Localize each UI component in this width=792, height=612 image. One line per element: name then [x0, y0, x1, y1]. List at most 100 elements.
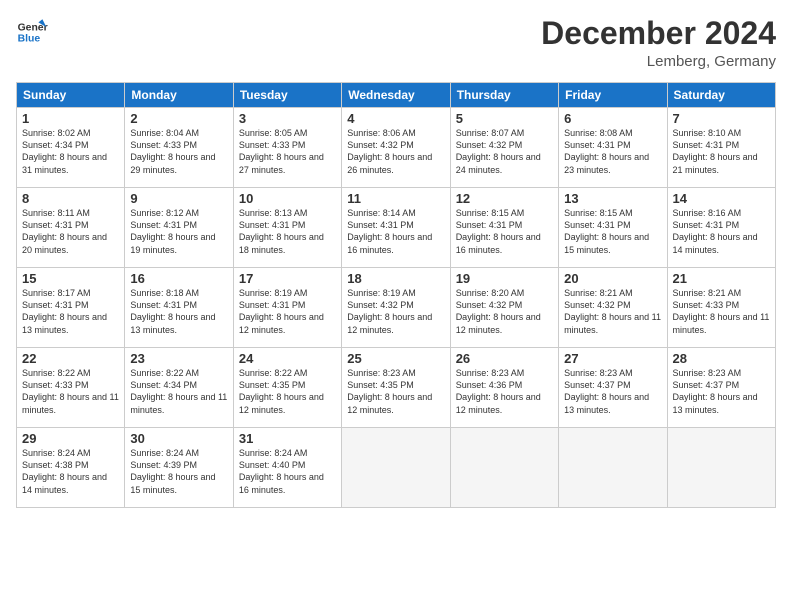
cell-info: Sunrise: 8:13 AMSunset: 4:31 PMDaylight:… — [239, 208, 324, 254]
day-number: 6 — [564, 111, 661, 126]
svg-text:Blue: Blue — [18, 34, 41, 45]
cell-week3-day3: 17 Sunrise: 8:19 AMSunset: 4:31 PMDayligh… — [233, 268, 341, 348]
cell-info: Sunrise: 8:24 AMSunset: 4:38 PMDaylight:… — [22, 448, 107, 494]
cell-info: Sunrise: 8:06 AMSunset: 4:32 PMDaylight:… — [347, 128, 432, 174]
cell-week5-day2: 30 Sunrise: 8:24 AMSunset: 4:39 PMDayligh… — [125, 428, 233, 508]
cell-info: Sunrise: 8:12 AMSunset: 4:31 PMDaylight:… — [130, 208, 215, 254]
day-number: 30 — [130, 431, 227, 446]
day-number: 7 — [673, 111, 770, 126]
cell-week5-day5 — [450, 428, 558, 508]
cell-week4-day6: 27Sunrise: 8:23 AMSunset: 4:37 PMDayligh… — [559, 348, 667, 428]
cell-info: Sunrise: 8:20 AMSunset: 4:32 PMDaylight:… — [456, 288, 541, 334]
cell-info: Sunrise: 8:18 AMSunset: 4:31 PMDaylight:… — [130, 288, 215, 334]
cell-info: Sunrise: 8:05 AMSunset: 4:33 PMDaylight:… — [239, 128, 324, 174]
day-number: 2 — [130, 111, 227, 126]
day-number: 16 — [130, 271, 227, 286]
day-number: 13 — [564, 191, 661, 206]
page-container: General Blue December 2024 Lemberg, Germ… — [0, 0, 792, 516]
cell-info: Sunrise: 8:14 AMSunset: 4:31 PMDaylight:… — [347, 208, 432, 254]
cell-week2-day4: 11 Sunrise: 8:14 AMSunset: 4:31 PMDayligh… — [342, 188, 450, 268]
title-block: December 2024 Lemberg, Germany — [541, 16, 776, 70]
cell-info: Sunrise: 8:15 AMSunset: 4:31 PMDaylight:… — [456, 208, 541, 254]
cell-info: Sunrise: 8:23 AMSunset: 4:36 PMDaylight:… — [456, 368, 541, 414]
day-number: 20 — [564, 271, 661, 286]
cell-week3-day2: 16 Sunrise: 8:18 AMSunset: 4:31 PMDayligh… — [125, 268, 233, 348]
cell-week2-day2: 9 Sunrise: 8:12 AMSunset: 4:31 PMDaylight… — [125, 188, 233, 268]
cell-week4-day5: 26Sunrise: 8:23 AMSunset: 4:36 PMDayligh… — [450, 348, 558, 428]
th-friday: Friday — [559, 83, 667, 108]
day-number: 4 — [347, 111, 444, 126]
day-number: 25 — [347, 351, 444, 366]
week-row-3: 15 Sunrise: 8:17 AMSunset: 4:31 PMDayligh… — [17, 268, 776, 348]
week-row-1: 1Sunrise: 8:02 AMSunset: 4:34 PMDaylight… — [17, 108, 776, 188]
cell-info: Sunrise: 8:22 AMSunset: 4:33 PMDaylight:… — [22, 368, 119, 414]
cell-week3-day5: 19 Sunrise: 8:20 AMSunset: 4:32 PMDayligh… — [450, 268, 558, 348]
cell-week5-day7 — [667, 428, 775, 508]
cell-week3-day6: 20 Sunrise: 8:21 AMSunset: 4:32 PMDayligh… — [559, 268, 667, 348]
day-number: 3 — [239, 111, 336, 126]
cell-info: Sunrise: 8:24 AMSunset: 4:39 PMDaylight:… — [130, 448, 215, 494]
day-number: 10 — [239, 191, 336, 206]
cell-info: Sunrise: 8:02 AMSunset: 4:34 PMDaylight:… — [22, 128, 107, 174]
cell-info: Sunrise: 8:23 AMSunset: 4:35 PMDaylight:… — [347, 368, 432, 414]
cell-week1-day5: 5Sunrise: 8:07 AMSunset: 4:32 PMDaylight… — [450, 108, 558, 188]
day-number: 18 — [347, 271, 444, 286]
cell-week5-day4 — [342, 428, 450, 508]
header-row: Sunday Monday Tuesday Wednesday Thursday… — [17, 83, 776, 108]
cell-info: Sunrise: 8:19 AMSunset: 4:32 PMDaylight:… — [347, 288, 432, 334]
cell-info: Sunrise: 8:21 AMSunset: 4:32 PMDaylight:… — [564, 288, 661, 334]
cell-week1-day2: 2 Sunrise: 8:04 AMSunset: 4:33 PMDaylight… — [125, 108, 233, 188]
day-number: 19 — [456, 271, 553, 286]
calendar-table: Sunday Monday Tuesday Wednesday Thursday… — [16, 82, 776, 508]
cell-info: Sunrise: 8:23 AMSunset: 4:37 PMDaylight:… — [673, 368, 758, 414]
cell-week1-day6: 6 Sunrise: 8:08 AMSunset: 4:31 PMDaylight… — [559, 108, 667, 188]
day-number: 21 — [673, 271, 770, 286]
day-number: 22 — [22, 351, 119, 366]
day-number: 17 — [239, 271, 336, 286]
cell-week2-day6: 13 Sunrise: 8:15 AMSunset: 4:31 PMDayligh… — [559, 188, 667, 268]
day-number: 9 — [130, 191, 227, 206]
day-number: 23 — [130, 351, 227, 366]
cell-week5-day3: 31 Sunrise: 8:24 AMSunset: 4:40 PMDayligh… — [233, 428, 341, 508]
day-number: 28 — [673, 351, 770, 366]
cell-week5-day6 — [559, 428, 667, 508]
location: Lemberg, Germany — [541, 53, 776, 70]
th-saturday: Saturday — [667, 83, 775, 108]
cell-week4-day3: 24Sunrise: 8:22 AMSunset: 4:35 PMDayligh… — [233, 348, 341, 428]
cell-week3-day4: 18 Sunrise: 8:19 AMSunset: 4:32 PMDayligh… — [342, 268, 450, 348]
cell-info: Sunrise: 8:16 AMSunset: 4:31 PMDaylight:… — [673, 208, 758, 254]
cell-week1-day3: 3 Sunrise: 8:05 AMSunset: 4:33 PMDaylight… — [233, 108, 341, 188]
day-number: 11 — [347, 191, 444, 206]
day-number: 5 — [456, 111, 553, 126]
cell-info: Sunrise: 8:17 AMSunset: 4:31 PMDaylight:… — [22, 288, 107, 334]
cell-week1-day1: 1Sunrise: 8:02 AMSunset: 4:34 PMDaylight… — [17, 108, 125, 188]
day-number: 8 — [22, 191, 119, 206]
th-sunday: Sunday — [17, 83, 125, 108]
cell-week3-day7: 21 Sunrise: 8:21 AMSunset: 4:33 PMDayligh… — [667, 268, 775, 348]
day-number: 15 — [22, 271, 119, 286]
cell-info: Sunrise: 8:24 AMSunset: 4:40 PMDaylight:… — [239, 448, 324, 494]
day-number: 14 — [673, 191, 770, 206]
day-number: 12 — [456, 191, 553, 206]
cell-info: Sunrise: 8:19 AMSunset: 4:31 PMDaylight:… — [239, 288, 324, 334]
cell-info: Sunrise: 8:11 AMSunset: 4:31 PMDaylight:… — [22, 208, 107, 254]
cell-info: Sunrise: 8:08 AMSunset: 4:31 PMDaylight:… — [564, 128, 649, 174]
day-number: 31 — [239, 431, 336, 446]
cell-week1-day4: 4 Sunrise: 8:06 AMSunset: 4:32 PMDaylight… — [342, 108, 450, 188]
cell-info: Sunrise: 8:22 AMSunset: 4:34 PMDaylight:… — [130, 368, 227, 414]
cell-week4-day7: 28 Sunrise: 8:23 AMSunset: 4:37 PMDayligh… — [667, 348, 775, 428]
cell-info: Sunrise: 8:10 AMSunset: 4:31 PMDaylight:… — [673, 128, 758, 174]
week-row-5: 29 Sunrise: 8:24 AMSunset: 4:38 PMDayligh… — [17, 428, 776, 508]
cell-info: Sunrise: 8:15 AMSunset: 4:31 PMDaylight:… — [564, 208, 649, 254]
cell-week2-day5: 12 Sunrise: 8:15 AMSunset: 4:31 PMDayligh… — [450, 188, 558, 268]
cell-week4-day4: 25 Sunrise: 8:23 AMSunset: 4:35 PMDayligh… — [342, 348, 450, 428]
week-row-2: 8 Sunrise: 8:11 AMSunset: 4:31 PMDaylight… — [17, 188, 776, 268]
cell-info: Sunrise: 8:21 AMSunset: 4:33 PMDaylight:… — [673, 288, 770, 334]
month-title: December 2024 — [541, 16, 776, 51]
cell-info: Sunrise: 8:04 AMSunset: 4:33 PMDaylight:… — [130, 128, 215, 174]
cell-week2-day1: 8 Sunrise: 8:11 AMSunset: 4:31 PMDaylight… — [17, 188, 125, 268]
cell-week4-day1: 22 Sunrise: 8:22 AMSunset: 4:33 PMDayligh… — [17, 348, 125, 428]
day-number: 27 — [564, 351, 661, 366]
day-number: 29 — [22, 431, 119, 446]
cell-week2-day7: 14 Sunrise: 8:16 AMSunset: 4:31 PMDayligh… — [667, 188, 775, 268]
